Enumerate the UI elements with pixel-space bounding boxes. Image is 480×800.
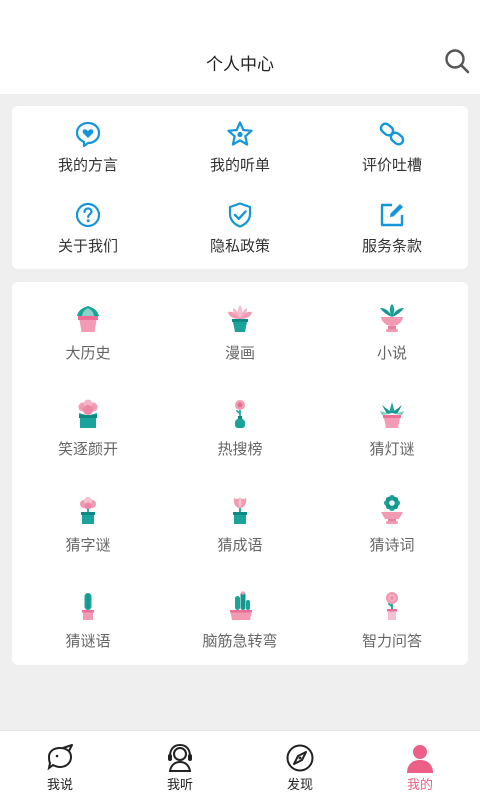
menu-item-dialect[interactable]: 我的方言 [12,106,164,187]
category-label: 智力问答 [361,632,422,650]
page-title: 个人中心 [206,55,274,75]
daisy-pot-icon [381,495,403,524]
headset-icon [168,743,192,772]
tab-discover[interactable]: 发现 [240,731,360,800]
vase-flower-icon [234,400,246,428]
category-character-riddle[interactable]: 猜字谜 [12,474,164,570]
category-label: 猜字谜 [65,536,111,554]
category-laugh[interactable]: 笑逐颜开 [12,378,164,474]
compass-icon [286,744,314,772]
question-icon [75,202,101,228]
category-lantern-riddle[interactable]: 猜灯谜 [316,378,468,474]
search-icon[interactable] [444,48,470,74]
category-poetry[interactable]: 猜诗词 [316,474,468,570]
edit-icon [380,203,404,227]
person-icon [407,745,433,773]
tab-speak[interactable]: 我说 [0,731,120,800]
star-badge-icon [227,121,253,146]
category-history[interactable]: 大历史 [12,282,164,378]
lotus-pot-icon [228,305,252,332]
category-label: 小说 [376,344,407,362]
tab-label: 我的 [406,778,433,793]
menu-item-playlist[interactable]: 我的听单 [164,106,316,187]
category-brain-teaser[interactable]: 脑筋急转弯 [164,570,316,666]
heart-bubble-icon [75,121,101,148]
cactus-pot-icon [82,593,94,620]
menu-item-about[interactable]: 关于我们 [12,187,164,268]
menu-item-privacy[interactable]: 隐私政策 [164,187,316,268]
category-label: 大历史 [65,344,111,362]
category-label: 猜成语 [217,536,263,554]
category-puzzle[interactable]: 猜谜语 [12,570,164,666]
menu-item-label: 我的方言 [57,156,118,174]
menu-item-label: 服务条款 [361,237,422,255]
category-comics[interactable]: 漫画 [164,282,316,378]
sprout-pot-icon [80,497,96,524]
menu-item-label: 评价吐槽 [361,156,422,174]
header: 个人中心 [0,0,480,94]
speech-bird-icon [47,744,73,771]
category-novel[interactable]: 小说 [316,282,468,378]
category-label: 猜谜语 [65,632,111,650]
tab-label: 我听 [166,778,193,793]
succulent-pot-icon [77,306,99,332]
category-hot-search[interactable]: 热搜榜 [164,378,316,474]
category-label: 脑筋急转弯 [202,632,278,650]
agave-pot-icon [380,402,404,428]
category-label: 漫画 [224,344,255,362]
menu-item-label: 我的听单 [209,156,270,174]
category-card: 大历史 漫画 小说 笑逐颜开 热搜榜 猜灯谜 猜字谜 猜成语 猜诗词 猜谜语 脑… [12,282,468,665]
category-quiz[interactable]: 智力问答 [316,570,468,666]
tab-listen[interactable]: 我听 [120,731,240,800]
cactus-planter-icon [230,591,252,620]
menu-item-label: 隐私政策 [209,237,270,255]
category-label: 猜诗词 [369,536,415,554]
menu-card: 我的方言 我的听单 评价吐槽 关于我们 隐私政策 服务条款 [12,106,468,269]
link-icon [379,122,405,146]
category-label: 猜灯谜 [369,440,415,458]
tulip-pot-icon [233,497,247,524]
leaf-bowl-icon [380,304,404,332]
bottom-tab-bar: 我说 我听 发现 我的 [0,730,480,800]
menu-item-terms[interactable]: 服务条款 [316,187,468,268]
flower-pot-icon [78,399,98,428]
shield-check-icon [228,202,252,228]
rose-pot-icon [386,592,398,620]
category-label: 热搜榜 [217,440,263,458]
tab-mine[interactable]: 我的 [360,731,480,800]
category-idiom[interactable]: 猜成语 [164,474,316,570]
category-label: 笑逐颜开 [57,440,118,458]
tab-label: 发现 [286,778,313,793]
menu-item-label: 关于我们 [57,237,118,255]
tab-label: 我说 [46,778,73,793]
menu-item-feedback[interactable]: 评价吐槽 [316,106,468,187]
